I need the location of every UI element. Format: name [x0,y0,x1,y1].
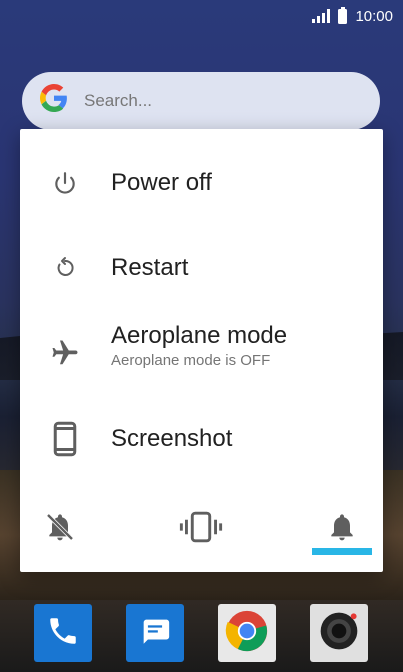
vibrate-mode-button[interactable] [171,504,231,554]
aeroplane-mode-status: Aeroplane mode is OFF [111,352,271,370]
mute-mode-button[interactable] [30,504,90,554]
aeroplane-mode-item[interactable]: Aeroplane mode Aeroplane mode is OFF [20,311,383,395]
selected-mode-indicator [312,548,372,555]
messages-app[interactable] [126,604,184,662]
sound-mode-button[interactable] [312,504,372,554]
power-off-label: Power off [111,168,212,196]
power-icon [50,168,80,198]
chrome-app[interactable] [218,604,276,662]
google-logo-icon [40,83,72,119]
messages-icon [138,614,172,652]
phone-icon [46,614,80,652]
signal-icon [312,9,331,23]
sound-mode-row [20,494,383,572]
bell-off-icon [44,510,76,548]
battery-icon [338,6,348,24]
power-menu-dialog: Power off Restart Aeroplane mode Aeropla… [20,129,383,572]
airplane-icon [50,338,80,368]
power-off-item[interactable]: Power off [20,141,383,225]
screenshot-icon [50,421,80,457]
chrome-icon [225,609,269,657]
restart-label: Restart [111,253,189,281]
restart-item[interactable]: Restart [20,226,383,310]
aeroplane-mode-label: Aeroplane mode [111,322,288,349]
camera-app[interactable] [310,604,368,662]
screenshot-item[interactable]: Screenshot [20,397,383,481]
google-search-bar[interactable]: Search... [22,72,380,130]
phone-app[interactable] [34,604,92,662]
search-placeholder: Search... [84,91,153,110]
screenshot-label: Screenshot [111,424,233,452]
app-dock [0,600,403,672]
status-clock: 10:00 [355,7,393,25]
status-bar: 10:00 [0,0,403,32]
camera-icon [317,609,361,657]
restart-icon [50,253,80,283]
vibrate-icon [179,511,223,547]
bell-icon [326,510,358,548]
